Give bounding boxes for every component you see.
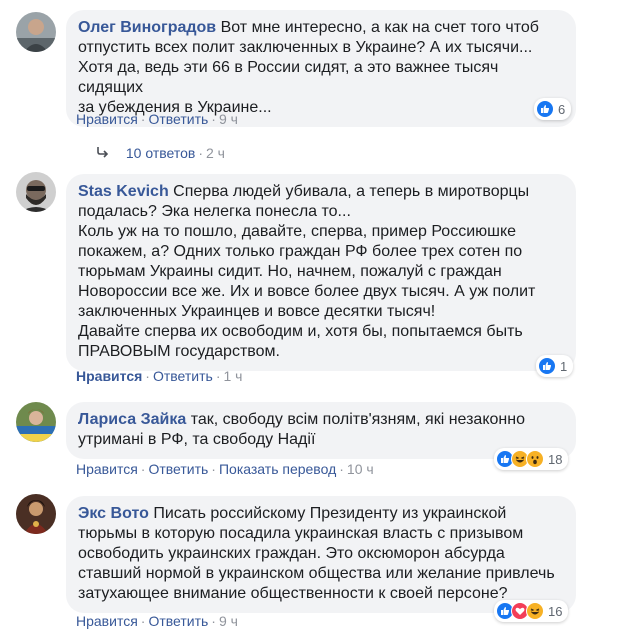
- avatar[interactable]: [16, 12, 56, 52]
- comment-actions: Нравится · Ответить · Показать перевод · 10 ч: [76, 461, 374, 477]
- avatar[interactable]: [16, 494, 56, 534]
- reactions-summary[interactable]: 6: [534, 98, 572, 120]
- haha-icon: [526, 602, 544, 620]
- comment-bubble: Экс Вото Писать российскому Президенту и…: [66, 496, 576, 613]
- reactions-summary[interactable]: 18: [494, 448, 569, 470]
- reply-link[interactable]: Ответить: [148, 461, 208, 477]
- reply-link[interactable]: Ответить: [148, 111, 208, 127]
- comment-author[interactable]: Экс Вото: [78, 505, 149, 522]
- comment-text: Сперва людей убивала, а теперь в миротво…: [78, 183, 536, 360]
- like-icon: [538, 357, 556, 375]
- show-translation-link[interactable]: Показать перевод: [219, 461, 336, 477]
- replies-count[interactable]: 10 ответов: [126, 145, 195, 161]
- like-link[interactable]: Нравится: [76, 461, 138, 477]
- reply-arrow-icon: [96, 144, 110, 162]
- comment-actions: Нравится · Ответить · 1 ч: [76, 368, 243, 384]
- reactions-count: 6: [558, 101, 566, 117]
- reactions-count: 1: [560, 358, 568, 374]
- reactions-summary[interactable]: 16: [494, 600, 569, 622]
- like-icon: [536, 100, 554, 118]
- like-link[interactable]: Нравится: [76, 368, 142, 384]
- reply-link[interactable]: Ответить: [148, 613, 208, 629]
- like-link[interactable]: Нравится: [76, 613, 138, 629]
- comment-time[interactable]: 9 ч: [219, 613, 238, 629]
- comment-author[interactable]: Лариса Зайка: [78, 411, 186, 428]
- avatar[interactable]: [16, 172, 56, 212]
- reply-link[interactable]: Ответить: [153, 368, 213, 384]
- reactions-count: 18: [548, 451, 563, 467]
- view-replies-link[interactable]: 10 ответов · 2 ч: [96, 144, 225, 162]
- like-link[interactable]: Нравится: [76, 111, 138, 127]
- avatar[interactable]: [16, 402, 56, 442]
- comment-author[interactable]: Олег Виноградов: [78, 19, 216, 36]
- reactions-count: 16: [548, 603, 563, 619]
- comment-time[interactable]: 1 ч: [223, 368, 242, 384]
- reactions-summary[interactable]: 1: [536, 355, 574, 377]
- comment-bubble: Stas Kevich Сперва людей убивала, а тепе…: [66, 174, 576, 371]
- comment-text: Писать российскому Президенту из украинс…: [78, 505, 555, 602]
- comment-author[interactable]: Stas Kevich: [78, 183, 169, 200]
- replies-time: 2 ч: [206, 145, 225, 161]
- comment-time[interactable]: 10 ч: [347, 461, 374, 477]
- comment-time[interactable]: 9 ч: [219, 111, 238, 127]
- comment-actions: Нравится · Ответить · 9 ч: [76, 111, 238, 127]
- comment-actions: Нравится · Ответить · 9 ч: [76, 613, 238, 629]
- wow-icon: [526, 450, 544, 468]
